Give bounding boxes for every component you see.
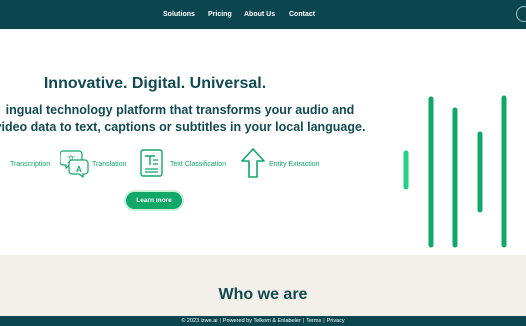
terms-link[interactable]: Terms [306,318,321,324]
privacy-link[interactable]: Privacy [327,318,345,324]
learn-more-button[interactable]: Learn more [126,192,182,209]
hero-title: Innovative. Digital. Universal. [43,75,267,92]
svg-text:A: A [76,165,82,174]
text-classification-icon [140,149,163,177]
feature-label: Translation [92,161,127,168]
hero-section: Innovative. Digital. Universal. ingual t… [0,29,526,255]
audio-waveform-graphic [403,95,507,248]
feature-label: Text Classification [170,161,227,168]
translation-icon: 文 A [60,150,89,179]
section-title: Who we are [218,286,308,303]
powered-by-text: Powered by Telkom & Enlabeler [222,318,301,324]
nav-link-pricing[interactable]: Pricing [208,10,232,19]
main-nav: Solutions Pricing About Us Contact [0,0,526,29]
nav-link-contact[interactable]: Contact [289,10,315,19]
feature-label: Transcription [10,161,51,168]
nav-link-solutions[interactable]: Solutions [163,10,195,19]
who-we-are-section: Who we are [0,255,526,316]
footer-links: © 2023 izwe.ai | Powered by Telkom & Enlab… [0,317,526,325]
copyright-text: © 2023 izwe.ai [181,318,218,324]
feature-label: Entity Extraction [269,161,320,168]
hero-subtitle: ingual technology platform that transfor… [0,103,366,134]
feature-list: Transcription 文 A Translation [0,147,340,183]
top-navigation-bar: Solutions Pricing About Us Contact [0,0,526,29]
transcription-icon [0,147,8,177]
account-button[interactable] [516,6,526,22]
nav-link-about-us[interactable]: About Us [244,10,275,19]
footer: © 2023 izwe.ai | Powered by Telkom & Enlab… [0,316,526,326]
entity-extraction-icon [241,148,265,178]
page: Solutions Pricing About Us Contact Innov… [0,0,526,326]
